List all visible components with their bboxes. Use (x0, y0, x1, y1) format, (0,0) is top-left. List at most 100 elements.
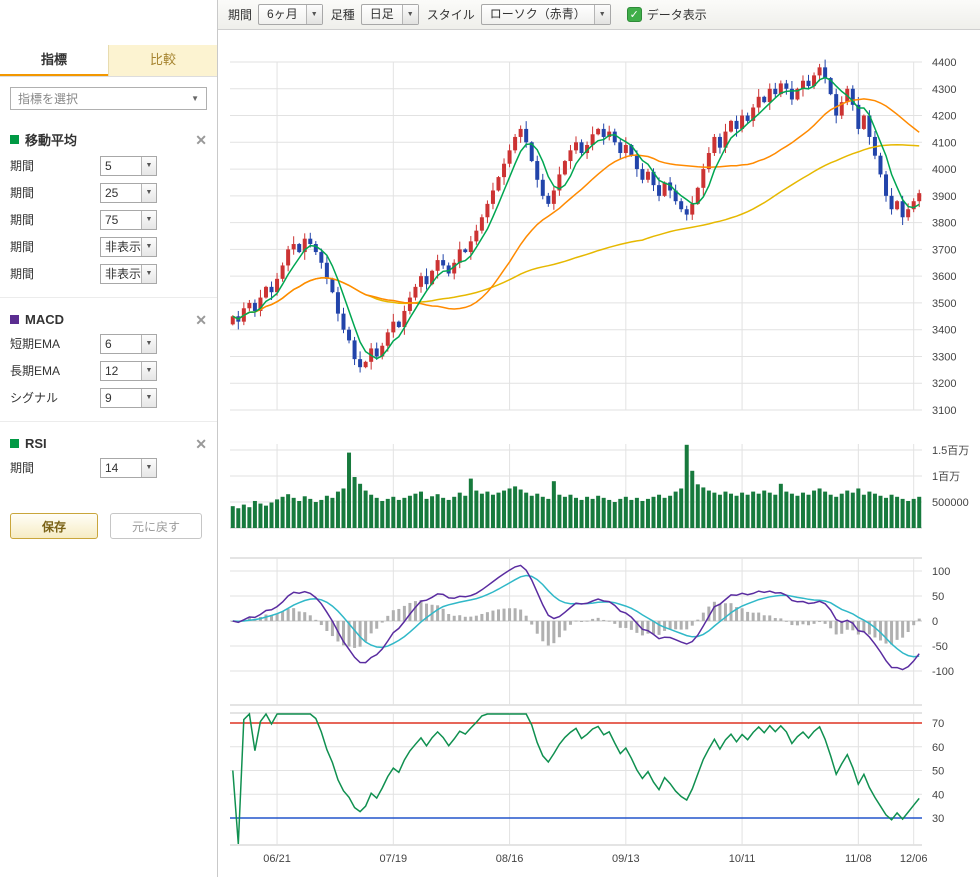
chevron-down-icon: ▼ (402, 5, 418, 24)
ma-param-row: 期間 75 ▼ (10, 206, 207, 233)
style-label: スタイル (427, 6, 475, 23)
ma-period-5-dropdown[interactable]: 非表示 ▼ (100, 264, 157, 284)
svg-text:07/19: 07/19 (380, 853, 408, 865)
macd-fast-dropdown[interactable]: 6 ▼ (100, 334, 157, 354)
svg-text:70: 70 (932, 718, 944, 730)
svg-text:3700: 3700 (932, 244, 956, 256)
svg-text:1百万: 1百万 (932, 471, 960, 483)
svg-text:4200: 4200 (932, 111, 956, 123)
svg-text:3900: 3900 (932, 191, 956, 203)
tab-compare[interactable]: 比較 (108, 45, 217, 76)
svg-text:06/21: 06/21 (263, 853, 291, 865)
svg-text:3100: 3100 (932, 405, 956, 417)
svg-text:30: 30 (932, 813, 944, 825)
svg-text:0: 0 (932, 616, 938, 628)
sidebar-buttons: 保存 元に戻す (0, 491, 217, 539)
rsi-param-row: 期間 14 ▼ (10, 454, 207, 481)
svg-text:12/06: 12/06 (900, 853, 928, 865)
macd-param-row: シグナル 9 ▼ (10, 384, 207, 411)
chevron-down-icon: ▼ (141, 265, 156, 283)
macd-color-swatch (10, 315, 19, 324)
svg-text:3800: 3800 (932, 218, 956, 230)
section-moving-average: 移動平均 ✕ 期間 5 ▼ 期間 25 ▼ 期間 75 ▼ 期間 (0, 116, 217, 298)
svg-text:40: 40 (932, 789, 944, 801)
svg-text:3200: 3200 (932, 378, 956, 390)
param-label: 短期EMA (10, 335, 100, 352)
param-label: 期間 (10, 265, 100, 282)
param-label: 期間 (10, 184, 100, 201)
bartype-dropdown[interactable]: 日足 ▼ (361, 4, 419, 25)
svg-text:3600: 3600 (932, 271, 956, 283)
param-label: 期間 (10, 211, 100, 228)
param-label: 期間 (10, 459, 100, 476)
chevron-down-icon: ▼ (191, 94, 199, 103)
chart-canvas[interactable]: 3100320033003400350036003700380039004000… (218, 30, 980, 877)
volume-bars (231, 445, 921, 528)
svg-text:11/08: 11/08 (845, 853, 872, 865)
indicator-select[interactable]: 指標を選択 ▼ (10, 87, 207, 110)
indicator-sidebar: 指標 比較 指標を選択 ▼ 移動平均 ✕ 期間 5 ▼ 期間 25 ▼ 期間 (0, 0, 218, 877)
ma75-line (233, 145, 919, 319)
svg-text:-100: -100 (932, 666, 954, 678)
close-icon[interactable]: ✕ (195, 437, 207, 451)
svg-text:50: 50 (932, 591, 944, 603)
svg-text:3300: 3300 (932, 351, 956, 363)
check-icon: ✓ (630, 8, 639, 21)
svg-text:3400: 3400 (932, 325, 956, 337)
chevron-down-icon: ▼ (141, 389, 156, 407)
svg-text:100: 100 (932, 566, 950, 578)
svg-text:4300: 4300 (932, 84, 956, 96)
macd-param-row: 短期EMA 6 ▼ (10, 330, 207, 357)
macd-signal-dropdown[interactable]: 9 ▼ (100, 388, 157, 408)
macd-section-title: MACD (25, 312, 64, 327)
ma-param-row: 期間 25 ▼ (10, 179, 207, 206)
chevron-down-icon: ▼ (141, 335, 156, 353)
param-label: シグナル (10, 389, 100, 406)
ma-period-1-dropdown[interactable]: 5 ▼ (100, 156, 157, 176)
chevron-down-icon: ▼ (594, 5, 610, 24)
ma-period-4-dropdown[interactable]: 非表示 ▼ (100, 237, 157, 257)
macd-signal-line (233, 576, 919, 657)
macd-slow-dropdown[interactable]: 12 ▼ (100, 361, 157, 381)
svg-text:500000: 500000 (932, 497, 969, 509)
save-button[interactable]: 保存 (10, 513, 98, 539)
ma-section-title: 移動平均 (25, 130, 77, 149)
svg-text:60: 60 (932, 742, 944, 754)
rsi-period-dropdown[interactable]: 14 ▼ (100, 458, 157, 478)
chevron-down-icon: ▼ (141, 238, 156, 256)
indicator-select-placeholder: 指標を選択 (18, 90, 78, 107)
period-dropdown[interactable]: 6ヶ月 ▼ (258, 4, 323, 25)
param-label: 期間 (10, 238, 100, 255)
svg-text:10/11: 10/11 (729, 853, 756, 865)
close-icon[interactable]: ✕ (195, 313, 207, 327)
svg-text:09/13: 09/13 (612, 853, 640, 865)
ma-param-row: 期間 非表示 ▼ (10, 233, 207, 260)
ma-param-row: 期間 5 ▼ (10, 152, 207, 179)
svg-text:4100: 4100 (932, 137, 956, 149)
ma-period-2-dropdown[interactable]: 25 ▼ (100, 183, 157, 203)
data-display-label: データ表示 (647, 6, 707, 23)
period-label: 期間 (228, 6, 252, 23)
axis-labels: 3100320033003400350036003700380039004000… (263, 57, 969, 865)
ma5-line (233, 78, 919, 359)
chevron-down-icon: ▼ (141, 459, 156, 477)
section-macd: MACD ✕ 短期EMA 6 ▼ 長期EMA 12 ▼ シグナル 9 ▼ (0, 298, 217, 422)
style-dropdown[interactable]: ローソク（赤青） ▼ (481, 4, 611, 25)
section-rsi: RSI ✕ 期間 14 ▼ (0, 422, 217, 491)
ma-period-3-dropdown[interactable]: 75 ▼ (100, 210, 157, 230)
param-label: 長期EMA (10, 362, 100, 379)
stock-chart[interactable]: 3100320033003400350036003700380039004000… (218, 30, 980, 877)
chevron-down-icon: ▼ (141, 184, 156, 202)
rsi-line (233, 714, 919, 844)
svg-text:1.5百万: 1.5百万 (932, 445, 969, 457)
close-icon[interactable]: ✕ (195, 133, 207, 147)
chevron-down-icon: ▼ (141, 362, 156, 380)
data-display-checkbox[interactable]: ✓ (627, 7, 642, 22)
svg-text:4000: 4000 (932, 164, 956, 176)
svg-text:3500: 3500 (932, 298, 956, 310)
tab-indicators[interactable]: 指標 (0, 45, 108, 76)
svg-text:4400: 4400 (932, 57, 956, 69)
param-label: 期間 (10, 157, 100, 174)
ma25-line (233, 99, 919, 319)
reset-button[interactable]: 元に戻す (110, 513, 202, 539)
